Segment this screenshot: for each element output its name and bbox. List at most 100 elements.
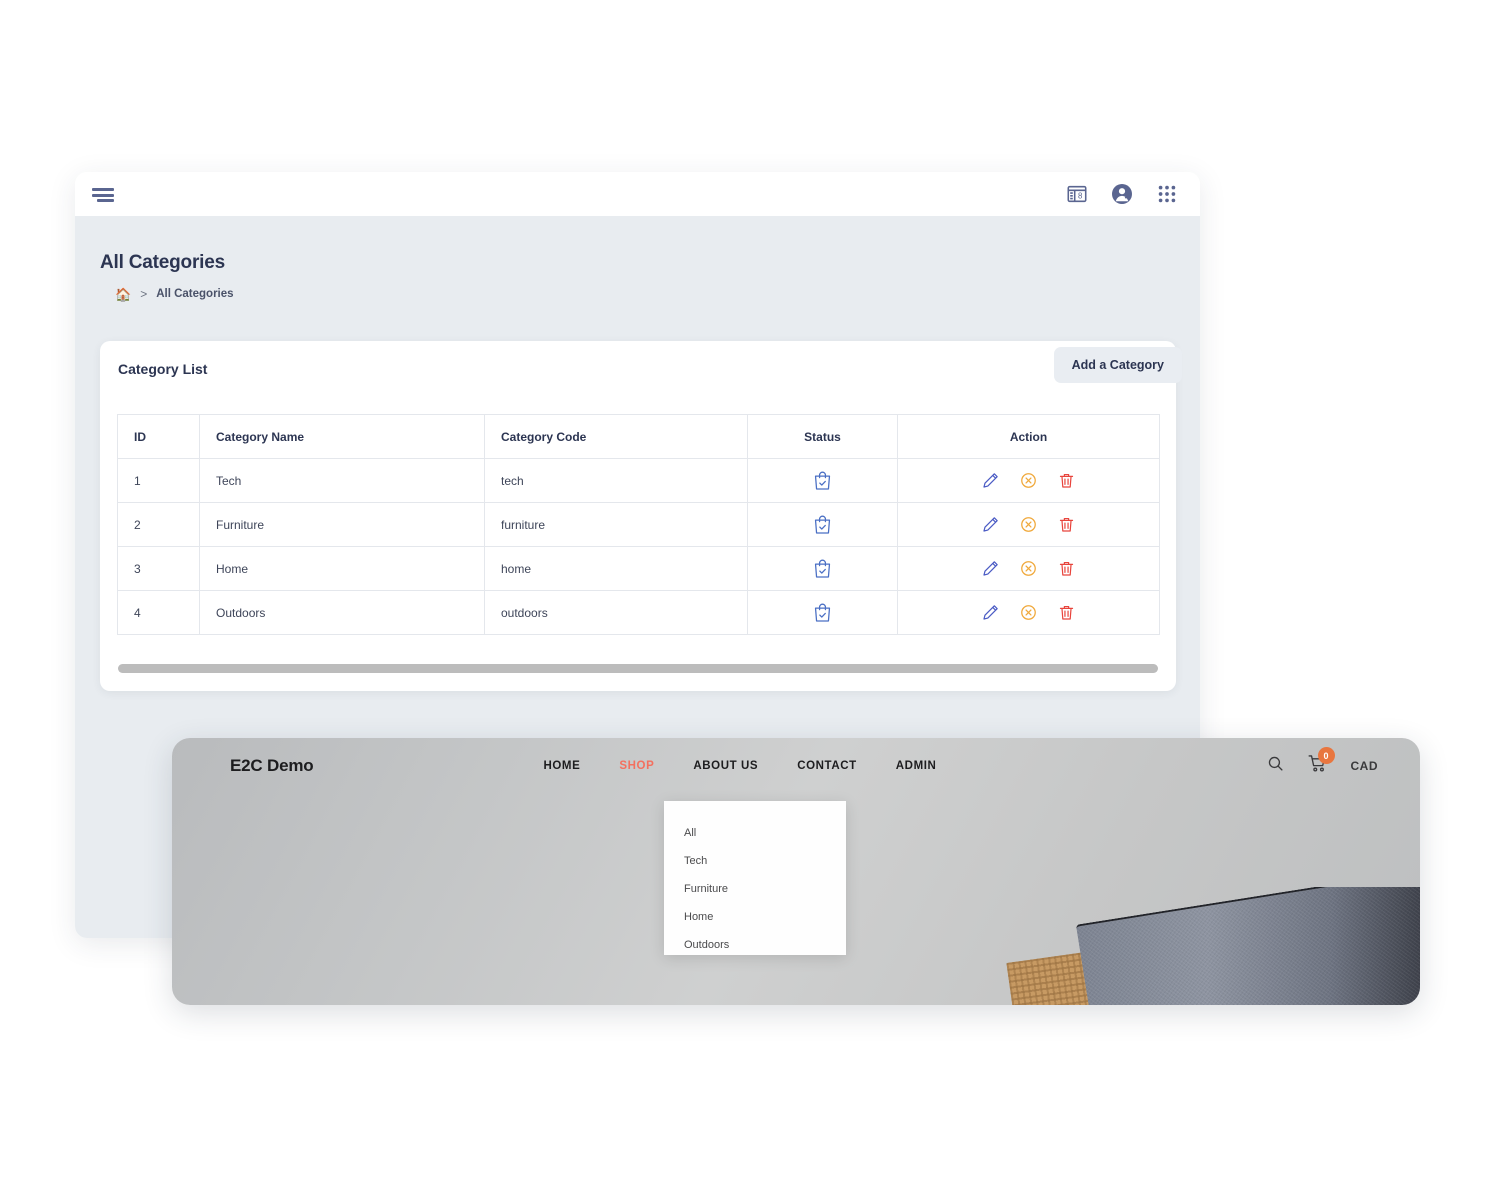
dropdown-item-outdoors[interactable]: Outdoors <box>684 939 846 951</box>
cell-category-code: furniture <box>484 502 748 547</box>
column-header-id: ID <box>117 414 200 459</box>
edit-pencil-icon <box>983 473 998 488</box>
disable-circle-x-icon <box>1021 473 1036 488</box>
table-row: 3 Home home <box>117 546 1160 591</box>
nav-link-admin[interactable]: ADMIN <box>896 760 937 772</box>
cell-action <box>897 590 1160 635</box>
cart-badge: 0 <box>1317 747 1335 764</box>
cell-id: 4 <box>117 590 200 635</box>
search-icon[interactable] <box>1267 755 1284 777</box>
currency-selector[interactable]: CAD <box>1351 759 1379 773</box>
edit-pencil-icon <box>983 561 998 576</box>
delete-button[interactable] <box>1058 560 1075 577</box>
cell-category-name: Outdoors <box>199 590 485 635</box>
cell-category-code: outdoors <box>484 590 748 635</box>
hamburger-menu-icon[interactable] <box>92 186 114 202</box>
disable-button[interactable] <box>1020 516 1037 533</box>
table-header-row: ID Category Name Category Code Status Ac… <box>117 414 1160 459</box>
card-header: Category List Add a Category <box>100 341 1182 401</box>
categories-table: ID Category Name Category Code Status Ac… <box>117 414 1160 635</box>
nav-link-about-us[interactable]: ABOUT US <box>693 760 758 772</box>
delete-button[interactable] <box>1058 472 1075 489</box>
edit-button[interactable] <box>982 604 999 621</box>
screenshot-root: 8 All Categories 🏠 > All Categories Cate… <box>0 0 1504 1180</box>
dropdown-item-tech[interactable]: Tech <box>684 855 846 867</box>
cell-id: 1 <box>117 458 200 503</box>
table-row: 2 Furniture furniture <box>117 502 1160 547</box>
hero-product-photo <box>990 887 1420 1005</box>
breadcrumb-separator: > <box>140 287 148 301</box>
categories-table-body: 1 Tech tech 2 Furniture furniture 3 Home home … <box>117 458 1160 635</box>
edit-button[interactable] <box>982 560 999 577</box>
status-bag-button[interactable] <box>748 602 897 623</box>
disable-circle-x-icon <box>1021 605 1036 620</box>
delete-trash-icon <box>1059 561 1074 576</box>
shop-dropdown-menu: All Tech Furniture Home Outdoors <box>664 801 846 955</box>
storefront-nav-links: HOME SHOP ABOUT US CONTACT ADMIN <box>543 760 936 772</box>
svg-text:8: 8 <box>1078 192 1082 201</box>
dropdown-item-all[interactable]: All <box>684 827 846 839</box>
nav-link-shop[interactable]: SHOP <box>619 760 654 772</box>
delete-trash-icon <box>1059 473 1074 488</box>
shopping-bag-check-icon <box>814 559 831 578</box>
cell-category-name: Home <box>199 546 485 591</box>
delete-trash-icon <box>1059 605 1074 620</box>
cell-id: 3 <box>117 546 200 591</box>
shopping-bag-check-icon <box>814 603 831 622</box>
breadcrumb-current: All Categories <box>156 288 234 300</box>
delete-trash-icon <box>1059 517 1074 532</box>
edit-button[interactable] <box>982 472 999 489</box>
storefront-nav-right: 0 CAD <box>1267 747 1379 778</box>
admin-topbar: 8 <box>75 172 1200 216</box>
status-bag-button[interactable] <box>748 470 897 491</box>
column-header-category-code: Category Code <box>484 414 748 459</box>
page-title: All Categories <box>100 252 225 273</box>
apps-grid-icon[interactable] <box>1156 183 1178 205</box>
topbar-icon-group: 8 <box>1066 182 1190 206</box>
brand-logo[interactable]: E2C Demo <box>230 756 314 776</box>
cell-status <box>747 546 898 591</box>
category-list-card: Category List Add a Category ID Category… <box>100 341 1182 691</box>
shopping-bag-check-icon <box>814 515 831 534</box>
edit-button[interactable] <box>982 516 999 533</box>
cell-status <box>747 502 898 547</box>
home-icon[interactable]: 🏠 <box>115 288 131 301</box>
disable-button[interactable] <box>1020 604 1037 621</box>
table-row: 1 Tech tech <box>117 458 1160 503</box>
delete-button[interactable] <box>1058 604 1075 621</box>
cell-category-name: Tech <box>199 458 485 503</box>
cell-action <box>897 502 1160 547</box>
disable-circle-x-icon <box>1021 517 1036 532</box>
disable-button[interactable] <box>1020 472 1037 489</box>
table-row: 4 Outdoors outdoors <box>117 590 1160 635</box>
column-header-category-name: Category Name <box>199 414 485 459</box>
dropdown-item-furniture[interactable]: Furniture <box>684 883 846 895</box>
breadcrumb: 🏠 > All Categories <box>115 287 1200 301</box>
nav-link-contact[interactable]: CONTACT <box>797 760 857 772</box>
user-logout-icon[interactable] <box>1110 182 1134 206</box>
horizontal-scrollbar[interactable] <box>118 664 1158 673</box>
delete-button[interactable] <box>1058 516 1075 533</box>
card-title: Category List <box>118 361 208 377</box>
cell-action <box>897 458 1160 503</box>
column-header-action: Action <box>897 414 1160 459</box>
dropdown-item-home[interactable]: Home <box>684 911 846 923</box>
cell-category-name: Furniture <box>199 502 485 547</box>
nav-link-home[interactable]: HOME <box>543 760 580 772</box>
shopping-bag-check-icon <box>814 471 831 490</box>
calendar-window-icon[interactable]: 8 <box>1066 183 1088 205</box>
disable-button[interactable] <box>1020 560 1037 577</box>
cell-status <box>747 458 898 503</box>
status-bag-button[interactable] <box>748 558 897 579</box>
cart-button[interactable]: 0 <box>1308 747 1335 778</box>
add-category-button[interactable]: Add a Category <box>1053 347 1182 383</box>
cell-category-code: home <box>484 546 748 591</box>
edit-pencil-icon <box>983 605 998 620</box>
edit-pencil-icon <box>983 517 998 532</box>
storefront-navbar: E2C Demo HOME SHOP ABOUT US CONTACT ADMIN 0 … <box>172 738 1420 794</box>
cell-status <box>747 590 898 635</box>
cell-category-code: tech <box>484 458 748 503</box>
disable-circle-x-icon <box>1021 561 1036 576</box>
column-header-status: Status <box>747 414 898 459</box>
status-bag-button[interactable] <box>748 514 897 535</box>
